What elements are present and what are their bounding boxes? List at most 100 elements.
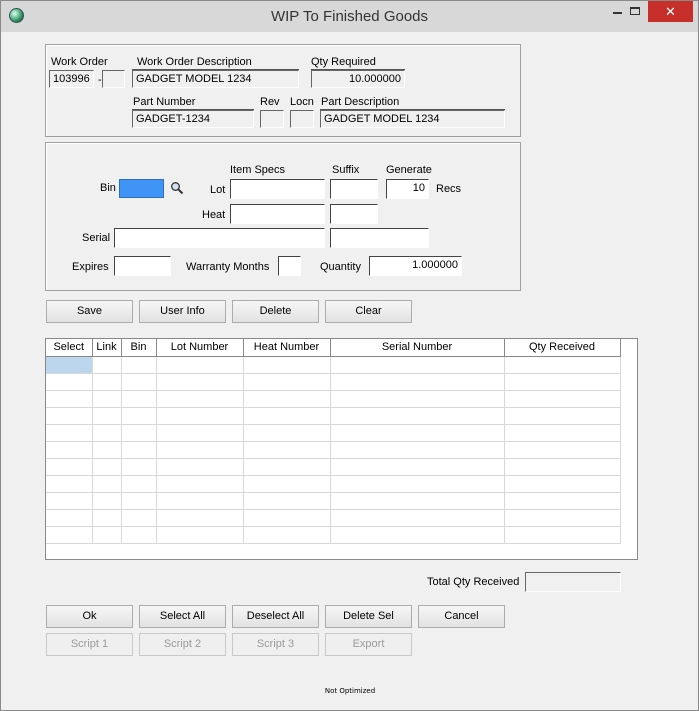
table-cell[interactable] [91,389,122,408]
table-cell[interactable] [91,457,122,476]
table-cell[interactable] [329,508,505,527]
maximize-button[interactable] [621,1,649,22]
column-header-qty-received[interactable]: Qty Received [503,339,621,357]
table-cell[interactable] [503,525,621,544]
table-cell[interactable] [242,474,331,493]
warranty-input[interactable] [278,256,301,276]
table-cell[interactable] [120,457,157,476]
table-cell[interactable] [46,389,93,408]
table-cell[interactable] [120,491,157,510]
table-cell[interactable] [329,457,505,476]
delete-sel-button[interactable]: Delete Sel [325,605,412,628]
table-cell[interactable] [120,423,157,442]
records-grid[interactable]: Select Link Bin Lot Number Heat Number S… [45,338,638,560]
close-button[interactable]: ✕ [648,1,693,22]
table-cell[interactable] [120,440,157,459]
table-cell[interactable] [503,355,621,374]
table-cell[interactable] [155,355,244,374]
table-row[interactable] [46,423,621,442]
table-cell[interactable] [91,508,122,527]
table-cell[interactable] [242,355,331,374]
table-cell[interactable] [91,474,122,493]
column-header-bin[interactable]: Bin [120,339,157,357]
table-cell[interactable] [120,508,157,527]
lot-suffix-input[interactable] [330,179,378,199]
table-cell[interactable] [329,440,505,459]
table-cell[interactable] [503,372,621,391]
lot-input[interactable] [230,179,325,199]
table-cell[interactable] [155,525,244,544]
table-cell[interactable] [46,355,93,374]
user-info-button[interactable]: User Info [139,300,226,323]
table-cell[interactable] [242,525,331,544]
table-row[interactable] [46,457,621,476]
ok-button[interactable]: Ok [46,605,133,628]
table-cell[interactable] [329,423,505,442]
table-cell[interactable] [242,389,331,408]
table-cell[interactable] [91,491,122,510]
serial-suffix-input[interactable] [330,228,429,248]
table-row[interactable] [46,406,621,425]
table-cell[interactable] [46,372,93,391]
table-row[interactable] [46,474,621,493]
table-cell[interactable] [120,406,157,425]
column-header-select[interactable]: Select [46,339,93,357]
script-3-button[interactable]: Script 3 [232,633,319,656]
delete-button[interactable]: Delete [232,300,319,323]
table-cell[interactable] [155,491,244,510]
table-cell[interactable] [91,423,122,442]
table-cell[interactable] [46,440,93,459]
deselect-all-button[interactable]: Deselect All [232,605,319,628]
table-cell[interactable] [503,491,621,510]
table-cell[interactable] [329,474,505,493]
table-cell[interactable] [46,423,93,442]
table-cell[interactable] [91,440,122,459]
table-cell[interactable] [329,491,505,510]
table-cell[interactable] [46,491,93,510]
select-all-button[interactable]: Select All [139,605,226,628]
quantity-input[interactable]: 1.000000 [369,256,462,276]
table-cell[interactable] [46,508,93,527]
cancel-button[interactable]: Cancel [418,605,505,628]
heat-input[interactable] [230,204,325,224]
table-cell[interactable] [503,406,621,425]
table-cell[interactable] [120,372,157,391]
table-cell[interactable] [120,389,157,408]
table-cell[interactable] [503,508,621,527]
table-cell[interactable] [329,355,505,374]
table-row[interactable] [46,525,621,544]
table-cell[interactable] [91,355,122,374]
table-cell[interactable] [91,372,122,391]
serial-input[interactable] [114,228,325,248]
table-cell[interactable] [46,457,93,476]
table-row[interactable] [46,440,621,459]
table-cell[interactable] [503,423,621,442]
table-cell[interactable] [155,423,244,442]
column-header-lot-number[interactable]: Lot Number [155,339,244,357]
table-row[interactable] [46,508,621,527]
bin-input[interactable] [119,179,164,198]
generate-count-input[interactable]: 10 [386,179,429,199]
table-cell[interactable] [329,372,505,391]
table-cell[interactable] [242,406,331,425]
heat-suffix-input[interactable] [330,204,378,224]
table-cell[interactable] [503,389,621,408]
table-cell[interactable] [155,508,244,527]
export-button[interactable]: Export [325,633,412,656]
table-cell[interactable] [242,372,331,391]
table-cell[interactable] [155,474,244,493]
table-cell[interactable] [46,474,93,493]
script-2-button[interactable]: Script 2 [139,633,226,656]
table-cell[interactable] [91,406,122,425]
column-header-serial-number[interactable]: Serial Number [329,339,505,357]
table-cell[interactable] [503,440,621,459]
table-row[interactable] [46,355,621,374]
column-header-heat-number[interactable]: Heat Number [242,339,331,357]
column-header-link[interactable]: Link [91,339,122,357]
table-cell[interactable] [329,389,505,408]
table-row[interactable] [46,372,621,391]
table-cell[interactable] [155,372,244,391]
table-cell[interactable] [242,491,331,510]
table-cell[interactable] [155,406,244,425]
table-row[interactable] [46,491,621,510]
